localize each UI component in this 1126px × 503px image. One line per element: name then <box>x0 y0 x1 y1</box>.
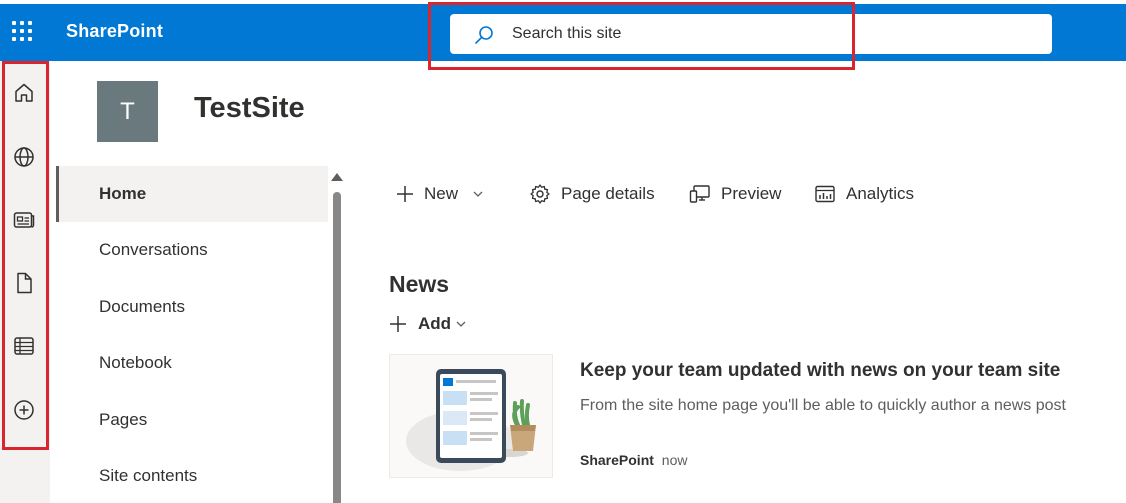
analytics-icon <box>815 185 835 203</box>
app-bar <box>0 61 50 503</box>
list-icon[interactable] <box>12 334 36 358</box>
nav-item-pages[interactable]: Pages <box>56 392 328 448</box>
file-icon[interactable] <box>12 271 36 295</box>
analytics-button[interactable]: Analytics <box>814 180 914 208</box>
nav-item-documents[interactable]: Documents <box>56 279 328 335</box>
plus-icon <box>397 186 413 202</box>
add-news-button[interactable]: Add <box>389 314 467 334</box>
nav-scrollbar[interactable] <box>330 168 344 503</box>
chevron-down-icon <box>456 321 466 327</box>
add-circle-icon[interactable] <box>12 398 36 422</box>
preview-label: Preview <box>721 184 782 203</box>
preview-icon <box>689 185 710 203</box>
chevron-down-icon <box>473 191 483 197</box>
gear-icon <box>530 184 550 204</box>
globe-icon[interactable] <box>12 145 36 169</box>
app-launcher-icon[interactable] <box>12 21 34 43</box>
scrollbar-thumb[interactable] <box>333 192 341 503</box>
home-icon[interactable] <box>12 81 36 105</box>
news-headline[interactable]: Keep your team updated with news on your… <box>580 360 1060 382</box>
news-section-title: News <box>389 271 450 297</box>
search-icon <box>475 26 493 44</box>
brand-link[interactable]: SharePoint <box>66 21 163 42</box>
preview-button[interactable]: Preview <box>689 180 781 208</box>
news-meta: SharePoint now <box>580 452 687 468</box>
news-illustration <box>406 369 536 471</box>
nav-item-site-contents[interactable]: Site contents <box>56 448 328 503</box>
news-description: From the site home page you'll be able t… <box>580 397 1066 414</box>
left-navigation: Home Conversations Documents Notebook Pa… <box>56 164 328 503</box>
news-icon[interactable] <box>12 208 36 232</box>
new-label: New <box>424 184 459 203</box>
analytics-label: Analytics <box>846 184 915 203</box>
search-placeholder: Search this site <box>512 25 622 42</box>
nav-item-notebook[interactable]: Notebook <box>56 335 328 391</box>
search-input[interactable]: Search this site <box>450 14 1052 54</box>
news-time: now <box>661 452 688 468</box>
news-author: SharePoint <box>580 452 654 468</box>
suite-bar: SharePoint Search this site <box>0 0 1126 61</box>
plus-icon <box>390 316 406 332</box>
add-news-label: Add <box>418 314 452 333</box>
nav-item-home[interactable]: Home <box>56 166 328 222</box>
site-logo[interactable]: T <box>97 81 158 142</box>
new-button[interactable]: New <box>396 180 484 208</box>
news-card-image[interactable] <box>389 354 553 478</box>
page-details-button[interactable]: Page details <box>529 180 655 208</box>
page-details-label: Page details <box>561 184 655 203</box>
nav-item-conversations[interactable]: Conversations <box>56 222 328 278</box>
scroll-up-icon[interactable] <box>331 173 343 181</box>
site-title[interactable]: TestSite <box>194 92 305 125</box>
